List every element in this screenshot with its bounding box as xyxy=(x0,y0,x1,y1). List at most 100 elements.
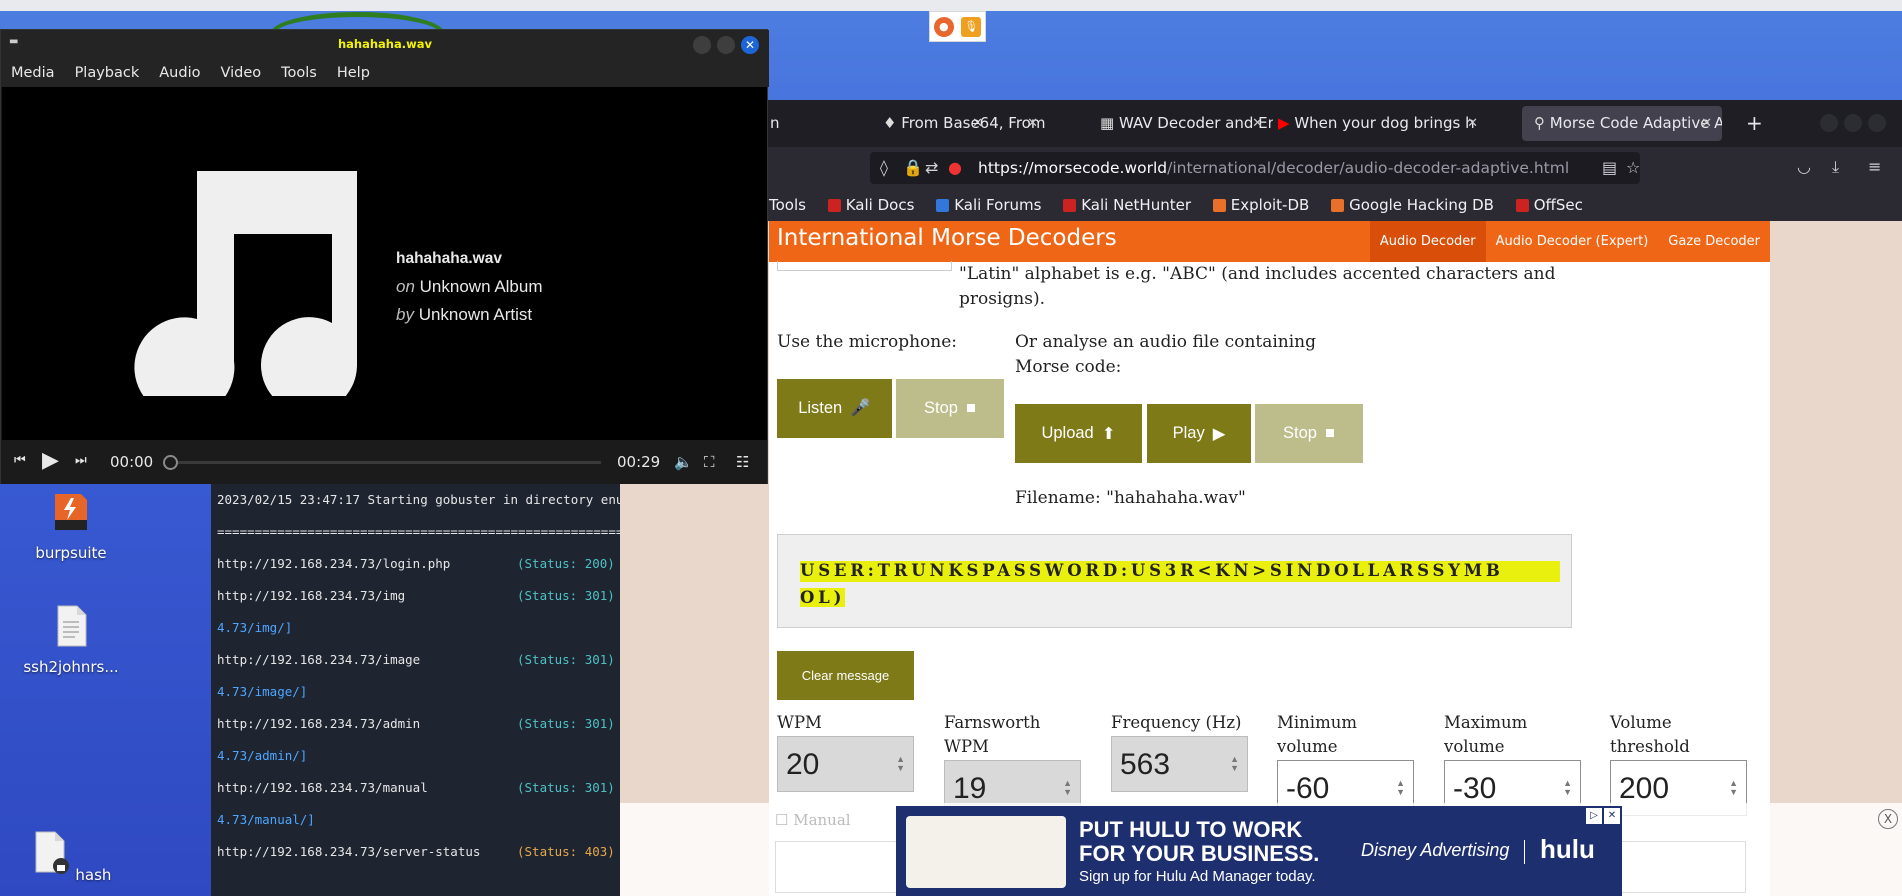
terminal-text: http://192.168.234.73/image xyxy=(217,652,421,667)
bookmark-exploit-db[interactable]: Exploit-DB xyxy=(1212,196,1309,214)
button-label: Stop xyxy=(924,399,958,417)
seek-bar[interactable] xyxy=(171,461,601,464)
nav-gaze-decoder[interactable]: Gaze Decoder xyxy=(1658,221,1770,262)
minimize-button[interactable] xyxy=(693,36,711,54)
button-label: Stop xyxy=(1283,424,1317,442)
shield-icon[interactable]: ◊ xyxy=(880,152,888,184)
close-tab-icon[interactable]: ✕ xyxy=(1701,106,1712,141)
tab-5-active[interactable]: ⚲ Morse Code Adaptive Au ✕ xyxy=(1522,106,1722,141)
bookmark-star-icon[interactable]: ☆ xyxy=(1626,152,1640,184)
terminal-line: 4.73/img/] xyxy=(211,612,620,644)
spinner-icon[interactable]: ▲ ▼ xyxy=(1563,779,1572,797)
menu-playback[interactable]: Playback xyxy=(65,60,150,87)
vlc-player-window[interactable]: ▬ hahahaha.wav ✕ Media Playback Audio Vi… xyxy=(0,29,769,484)
download-icon[interactable]: ⤓ xyxy=(1832,157,1839,177)
close-window-button[interactable] xyxy=(1868,114,1886,132)
bookmark-kali-docs[interactable]: Kali Docs xyxy=(827,196,914,214)
volume-icon[interactable]: 🔈 xyxy=(674,453,693,471)
spinner-icon[interactable]: ▲ ▼ xyxy=(1063,779,1072,797)
nav-audio-decoder[interactable]: Audio Decoder xyxy=(1369,221,1486,262)
wpm-input[interactable]: 20 ▲ ▼ xyxy=(777,736,914,792)
seek-handle[interactable] xyxy=(163,455,178,470)
fullscreen-icon[interactable]: ⛶ xyxy=(704,453,715,471)
spinner-icon[interactable]: ▲ ▼ xyxy=(1729,779,1738,797)
close-tab-icon[interactable]: ✕ xyxy=(1252,106,1263,141)
menu-audio[interactable]: Audio xyxy=(149,60,210,87)
music-note-icon xyxy=(134,171,357,396)
playlist-icon[interactable]: ☷ xyxy=(736,453,749,471)
terminal-window[interactable]: 2023/02/15 23:47:17 Starting gobuster in… xyxy=(211,484,620,896)
wpm-label: WPM xyxy=(777,713,822,732)
lock-icon[interactable]: 🔒 xyxy=(903,152,923,184)
tab-2[interactable]: ♦ From Base64, From Bas✕ xyxy=(873,106,1048,141)
next-icon[interactable]: ⏭ xyxy=(75,453,87,468)
menu-media[interactable]: Media xyxy=(1,60,65,87)
bookmark-kali-forums[interactable]: Kali Forums xyxy=(936,196,1041,214)
hulu-ad[interactable]: PUT HULU TO WORK FOR YOUR BUSINESS. Sign … xyxy=(896,806,1622,896)
desktop-icon-ssh2johnrs[interactable]: ssh2johnrs... xyxy=(21,604,121,676)
ad-dismiss-icon[interactable]: X xyxy=(1878,809,1898,829)
bookmark-google-hacking-db[interactable]: Google Hacking DB xyxy=(1331,196,1494,214)
pocket-icon[interactable]: ◡ xyxy=(1797,157,1811,176)
terminal-text: 4.73/admin/] xyxy=(217,748,308,763)
manual-checkbox[interactable]: ☐ Manual xyxy=(775,811,851,829)
maximize-button[interactable] xyxy=(717,36,735,54)
time-elapsed: 00:00 xyxy=(110,453,154,471)
nav-audio-decoder-expert[interactable]: Audio Decoder (Expert) xyxy=(1486,221,1659,262)
previous-icon[interactable]: ⏮ xyxy=(14,453,26,468)
ad-close-icon[interactable]: ✕ xyxy=(1604,808,1620,824)
tab-4[interactable]: ▶ When your dog brings h ✕ xyxy=(1276,106,1488,141)
microphone-icon[interactable]: ● xyxy=(948,152,962,184)
new-tab-button[interactable]: + xyxy=(1740,106,1770,141)
mic-stop-button[interactable]: Stop ■ xyxy=(896,379,1004,438)
ad-choices-icon[interactable]: ▷ xyxy=(1586,808,1602,824)
play-button[interactable]: Play ▶ xyxy=(1147,404,1251,463)
close-button[interactable]: ✕ xyxy=(741,36,759,54)
desktop-icon-burpsuite[interactable]: burpsuite xyxy=(21,490,121,562)
tab-3[interactable]: ▦ WAV Decoder and Enco✕ xyxy=(1098,106,1273,141)
spinner-icon[interactable]: ▲ ▼ xyxy=(1230,755,1239,773)
menu-video[interactable]: Video xyxy=(210,60,271,87)
ad-choices[interactable]: ▷ ✕ xyxy=(1586,808,1620,824)
minimize-button[interactable] xyxy=(1820,114,1838,132)
spinner-icon[interactable]: ▲ ▼ xyxy=(1396,779,1405,797)
decoded-message-box[interactable]: USER:TRUNKSPASSWORD:US3R<KN>SINDOLLARSSY… xyxy=(777,534,1572,628)
ad-headline-2: FOR YOUR BUSINESS. xyxy=(1079,841,1320,866)
listen-button[interactable]: Listen 🎤 xyxy=(777,379,892,438)
close-tab-icon[interactable]: ✕ xyxy=(1467,106,1478,141)
upload-button[interactable]: Upload ⬆ xyxy=(1015,404,1142,463)
site-title[interactable]: International Morse Decoders xyxy=(777,225,1117,251)
terminal-text: http://192.168.234.73/admin xyxy=(217,716,421,731)
firefox-icon[interactable]: ● xyxy=(933,16,954,37)
play-icon[interactable]: ▶ xyxy=(42,448,59,473)
bookmark-kali-nethunter[interactable]: Kali NetHunter xyxy=(1063,196,1191,214)
menu-help[interactable]: Help xyxy=(327,60,380,87)
player-titlebar[interactable]: ▬ hahahaha.wav ✕ xyxy=(1,30,769,60)
select-box-edge[interactable] xyxy=(777,261,952,271)
track-album: on Unknown Album xyxy=(396,273,543,301)
spinner-icon[interactable]: ▲ ▼ xyxy=(896,755,905,773)
hulu-logo: hulu xyxy=(1540,834,1595,864)
microphone-icon[interactable]: 🎙 xyxy=(961,16,982,37)
reader-view-icon[interactable]: ▤ xyxy=(1602,152,1617,184)
file-stop-button[interactable]: Stop ■ xyxy=(1255,404,1363,463)
desktop-icon-label: hash xyxy=(75,866,112,884)
bookmark-offsec[interactable]: OffSec xyxy=(1515,196,1583,214)
min-volume-label: Minimum volume xyxy=(1277,713,1357,756)
maximize-button[interactable] xyxy=(1844,114,1862,132)
url-bar[interactable]: ◊ 🔒 ⇄ ● https://morsecode.world/internat… xyxy=(870,152,1640,184)
player-menubar: Media Playback Audio Video Tools Help xyxy=(1,60,769,87)
desktop-icon-hash[interactable]: hash xyxy=(19,830,119,884)
close-tab-icon[interactable]: ✕ xyxy=(1027,106,1038,141)
album-name: Unknown Album xyxy=(419,277,543,296)
menu-icon[interactable]: ≡ xyxy=(1868,157,1881,176)
terminal-line: http://192.168.234.73/server-status (Stat… xyxy=(211,836,620,868)
bookmark-tools[interactable]: Tools xyxy=(769,196,806,214)
permissions-icon[interactable]: ⇄ xyxy=(925,152,938,184)
frequency-input[interactable]: 563 ▲ ▼ xyxy=(1111,736,1248,792)
clear-message-button[interactable]: Clear message xyxy=(777,651,914,700)
artist-name: Unknown Artist xyxy=(418,305,533,324)
ad-illustration xyxy=(906,816,1066,888)
menu-tools[interactable]: Tools xyxy=(271,60,327,87)
player-video-area[interactable]: hahahaha.wav on Unknown Album by Unknown… xyxy=(2,87,767,440)
